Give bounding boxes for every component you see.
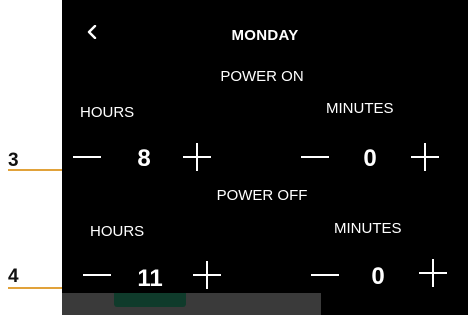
power-on-minutes-decrease-button[interactable] (298, 140, 332, 174)
power-on-hours-decrease-button[interactable] (70, 140, 104, 174)
power-on-minutes-increase-button[interactable] (408, 140, 442, 174)
power-on-minutes-value: 0 (363, 145, 377, 172)
bottom-bar (62, 293, 321, 315)
power-on-minutes-label: MINUTES (326, 100, 394, 117)
power-on-hours-increase-button[interactable] (180, 140, 214, 174)
power-off-hours-decrease-button[interactable] (80, 258, 114, 292)
device-screen: MONDAY POWER ON HOURS MINUTES 8 0 POWER … (62, 0, 468, 315)
power-off-minutes-increase-button[interactable] (416, 256, 450, 290)
power-off-hours-increase-button[interactable] (190, 258, 224, 292)
bottom-tab[interactable] (114, 293, 186, 307)
day-title: MONDAY (231, 27, 299, 44)
callout-4: 4 (8, 266, 19, 287)
power-off-minutes-decrease-button[interactable] (308, 258, 342, 292)
power-on-label: POWER ON (220, 68, 304, 85)
power-on-hours-value: 8 (137, 145, 151, 172)
power-off-label: POWER OFF (216, 187, 308, 204)
power-off-minutes-label: MINUTES (334, 220, 402, 237)
page: 3 4 MONDAY POWER ON HOURS MINUTES 8 0 PO… (0, 0, 468, 315)
power-on-hours-label: HOURS (80, 104, 135, 121)
power-off-hours-value: 11 (137, 265, 163, 292)
power-off-minutes-value: 0 (371, 263, 385, 290)
power-off-hours-label: HOURS (90, 223, 145, 240)
